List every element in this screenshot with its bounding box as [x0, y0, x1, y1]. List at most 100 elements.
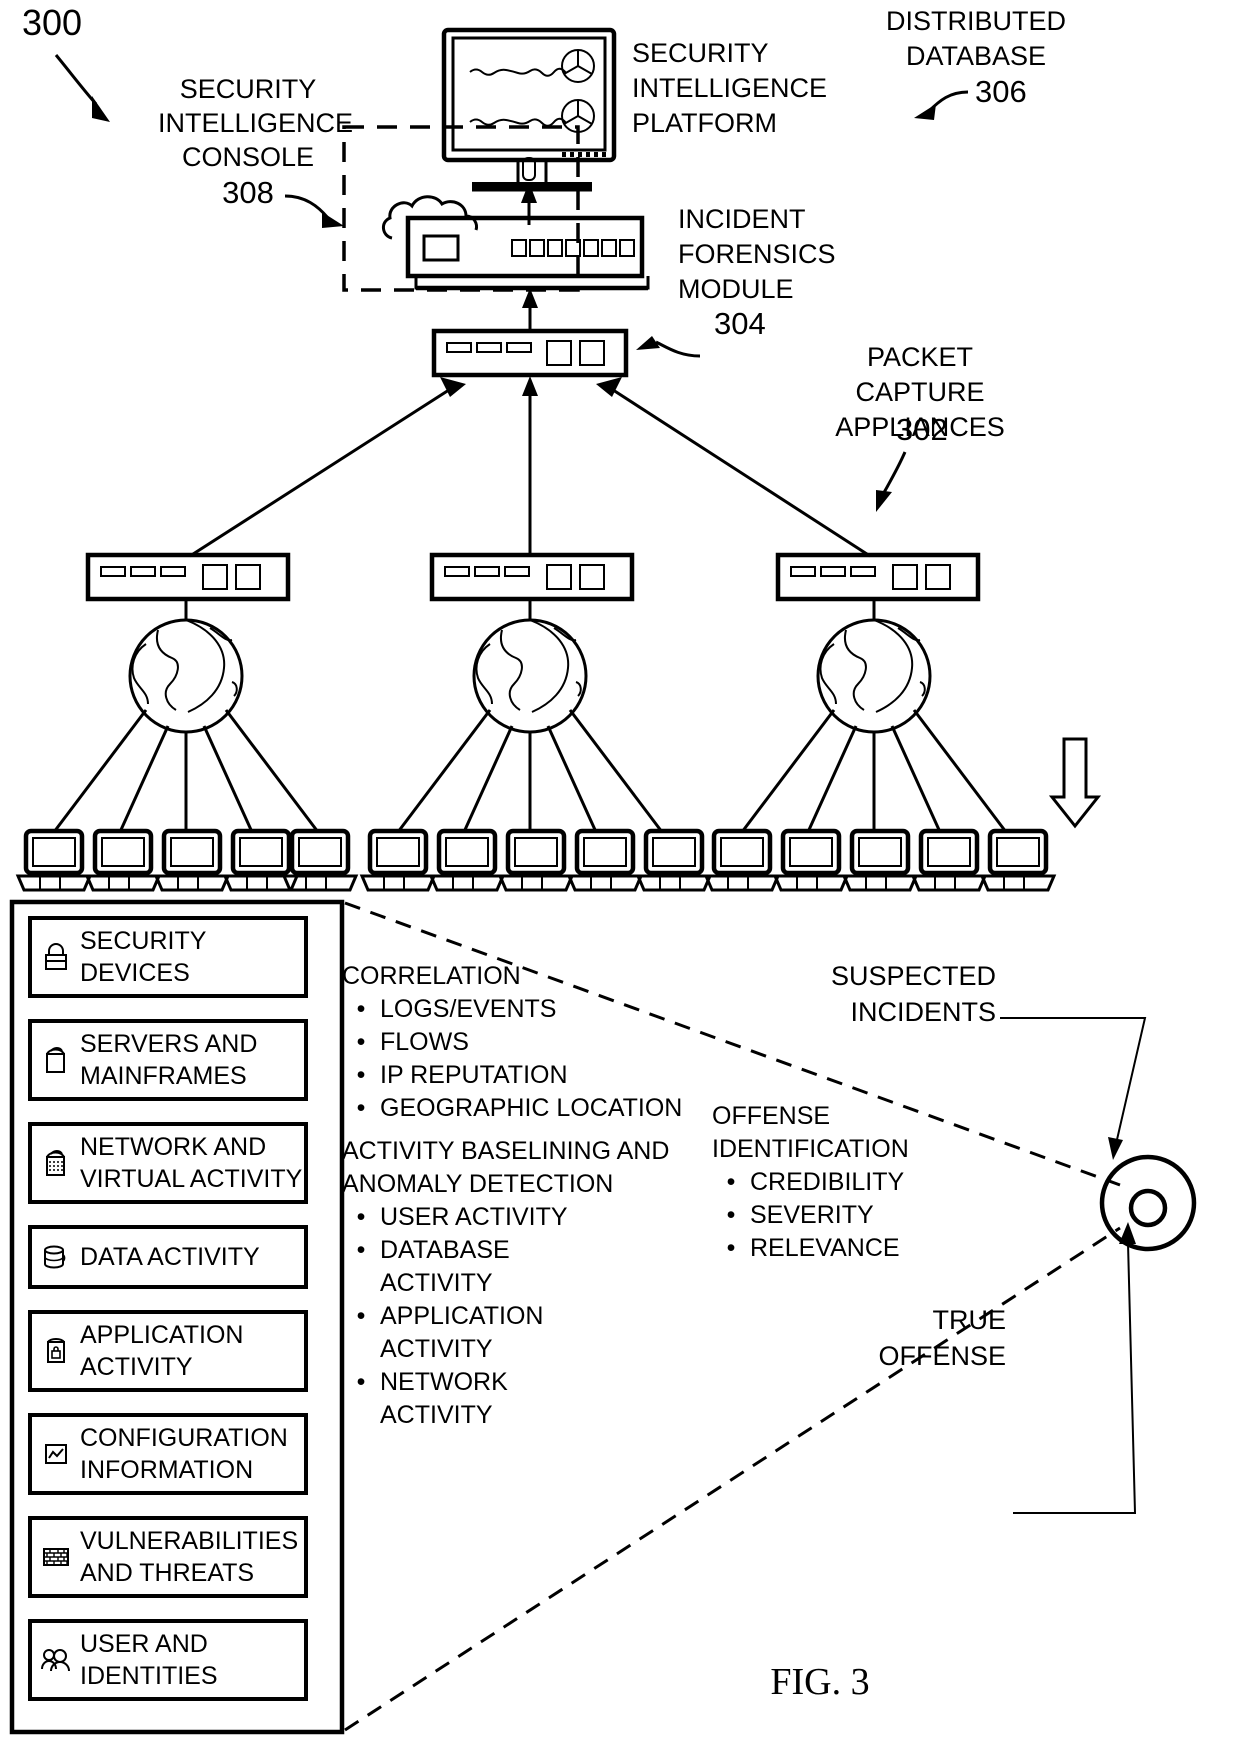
laptop-row: [15, 828, 1057, 892]
list-item-servers-and-mainframes[interactable]: SERVERS AND MAINFRAMES: [28, 1019, 308, 1101]
application-icon: [32, 1336, 80, 1366]
list-item-configuration-information[interactable]: CONFIGURATION INFORMATION: [28, 1413, 308, 1495]
bullet-label-line: NETWORK: [380, 1368, 508, 1396]
label-line: INTELLIGENCE: [632, 73, 828, 103]
suspected-incidents-leader: [1000, 1017, 1147, 1160]
list-item-label: SECURITY DEVICES: [80, 925, 206, 989]
label-line: MAINFRAMES: [80, 1062, 247, 1090]
packet-capture-appliance-left: [85, 552, 291, 602]
laptop-icon: [15, 828, 93, 892]
offense-target-icon: [1099, 1154, 1197, 1252]
ref-number-302: 302: [896, 412, 948, 447]
list-item-label: SERVERS AND MAINFRAMES: [80, 1028, 257, 1092]
label-line: PACKET CAPTURE: [855, 342, 985, 407]
bullet-dot: •: [726, 1234, 736, 1262]
label-line: VIRTUAL ACTIVITY: [80, 1165, 303, 1193]
laptop-icon: [841, 828, 919, 892]
bullet-item: • CREDIBILITY: [712, 1166, 1002, 1199]
label-security-intelligence-console: SECURITY INTELLIGENCE CONSOLE 308: [158, 72, 354, 210]
group-title: ANOMALY DETECTION: [342, 1170, 614, 1198]
arrows-capture-to-aggregator: [189, 376, 871, 558]
users-icon: [32, 1646, 80, 1674]
bullet-item: • GEOGRAPHIC LOCATION: [342, 1092, 702, 1125]
globe-uplinks: [184, 599, 876, 620]
label-line: ACTIVITY: [80, 1353, 193, 1381]
arrow-aggregator-to-forensics: [522, 288, 538, 330]
list-item-label: CONFIGURATION INFORMATION: [80, 1422, 288, 1486]
bullet-label-line: ACTIVITY: [380, 1401, 493, 1429]
label-line: MODULE: [678, 274, 794, 304]
figure-ref-300-leader: [54, 54, 110, 122]
list-item-label: USER AND IDENTITIES: [80, 1628, 218, 1692]
ref-number-304: 304: [714, 306, 766, 341]
label-line: OFFENSE: [878, 1341, 1006, 1371]
list-item-label: NETWORK AND VIRTUAL ACTIVITY: [80, 1131, 302, 1195]
network-icon: [32, 1148, 80, 1178]
bullet-dot: •: [356, 1236, 366, 1264]
bullet-label: IP REPUTATION: [380, 1061, 568, 1089]
list-item-data-activity[interactable]: DATA ACTIVITY: [28, 1225, 308, 1289]
list-item-network-and-virtual-activity[interactable]: NETWORK AND VIRTUAL ACTIVITY: [28, 1122, 308, 1204]
label-line: DATA ACTIVITY: [80, 1243, 260, 1271]
label-line: APPLICATION: [80, 1321, 244, 1349]
label-line: INCIDENTS: [850, 997, 996, 1027]
bullet-dot: •: [356, 1302, 366, 1330]
laptop-icon: [635, 828, 713, 892]
list-item-label: DATA ACTIVITY: [80, 1241, 260, 1273]
chart-icon: [32, 1440, 80, 1468]
bullet-dot: •: [356, 1028, 366, 1056]
bullet-label: GEOGRAPHIC LOCATION: [380, 1094, 683, 1122]
central-appliance-icon: [431, 328, 629, 378]
bullet-label: CREDIBILITY: [750, 1168, 905, 1196]
group-title: OFFENSE: [712, 1102, 831, 1130]
label-distributed-database: DISTRIBUTED DATABASE: [876, 4, 1076, 74]
monitor-icon: [441, 27, 617, 192]
bullet-item: • NETWORK ACTIVITY: [342, 1366, 692, 1432]
group-title: CORRELATION: [342, 962, 521, 990]
bullet-dot: •: [726, 1201, 736, 1229]
label-line: CONFIGURATION: [80, 1424, 288, 1452]
laptop-icon: [566, 828, 644, 892]
list-item-security-devices[interactable]: SECURITY DEVICES: [28, 916, 308, 998]
label-line: DATABASE: [905, 41, 1047, 71]
ref-304-leader: [636, 336, 701, 358]
laptop-icon: [772, 828, 850, 892]
label-line: INFORMATION: [80, 1456, 254, 1484]
incident-forensics-module-icon: [382, 195, 650, 291]
laptop-icon: [428, 828, 506, 892]
bullet-label: DATABASE ACTIVITY: [380, 1234, 510, 1300]
list-item-label: APPLICATION ACTIVITY: [80, 1319, 243, 1383]
bullet-dot: •: [356, 1203, 366, 1231]
list-item-label: VULNERABILITIES AND THREATS: [80, 1525, 298, 1589]
bullet-dot: •: [356, 1368, 366, 1396]
group-title: IDENTIFICATION: [712, 1135, 909, 1163]
label-line: INTELLIGENCE: [158, 108, 354, 138]
bullet-label-line: ACTIVITY: [380, 1269, 493, 1297]
brickwall-icon: [32, 1544, 80, 1570]
label-security-intelligence-platform: SECURITY INTELLIGENCE PLATFORM: [632, 36, 827, 141]
label-line: SERVERS AND: [80, 1030, 258, 1058]
label-line: AND THREATS: [80, 1559, 255, 1587]
patent-figure-page: 300 SECURITY INTELLIGENCE CONSOLE 308 SE…: [0, 0, 1240, 1743]
label-line: USER AND: [80, 1630, 208, 1658]
bullet-label: NETWORK ACTIVITY: [380, 1366, 508, 1432]
bullet-item: • LOGS/EVENTS: [342, 993, 702, 1026]
label-line: VULNERABILITIES: [80, 1527, 299, 1555]
group-title: ACTIVITY BASELINING AND: [342, 1137, 670, 1165]
list-item-user-and-identities[interactable]: USER AND IDENTITIES: [28, 1619, 308, 1701]
globe-icon-left: [128, 618, 244, 734]
list-item-application-activity[interactable]: APPLICATION ACTIVITY: [28, 1310, 308, 1392]
down-arrow-outline-icon: [1048, 737, 1102, 829]
globe-laptop-links-left: [52, 709, 320, 833]
label-line: CONSOLE: [181, 142, 315, 172]
label-line: SECURITY: [632, 38, 769, 68]
bullet-label: RELEVANCE: [750, 1234, 900, 1262]
laptop-icon: [359, 828, 437, 892]
true-offense-leader: [1013, 1222, 1137, 1514]
bullet-dot: •: [356, 1094, 366, 1122]
list-item-vulnerabilities-and-threats[interactable]: VULNERABILITIES AND THREATS: [28, 1516, 308, 1598]
label-line: INCIDENT: [678, 204, 806, 234]
label-line: NETWORK AND: [80, 1133, 267, 1161]
padlock-icon: [32, 942, 80, 972]
ref-number-306: 306: [975, 74, 1027, 109]
